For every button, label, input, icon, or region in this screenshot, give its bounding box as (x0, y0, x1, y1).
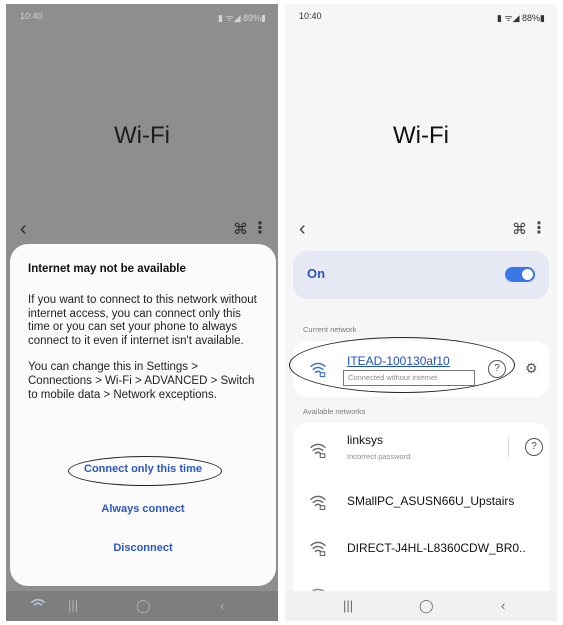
system-nav-bar: ||| ◯ ‹ (6, 591, 278, 621)
disconnect-button[interactable]: Disconnect (10, 542, 276, 554)
help-icon[interactable]: ? (525, 438, 543, 456)
nav-back-button[interactable]: ‹ (501, 598, 505, 613)
wifi-on-label: On (307, 266, 326, 281)
dialog-title: Internet may not be available (28, 263, 186, 275)
dialog-paragraph-2: You can change this in Settings > Connec… (28, 361, 255, 401)
dialog-body: If you want to connect to this network w… (28, 294, 264, 415)
recent-apps-button[interactable]: ||| (68, 598, 78, 613)
page-title: Wi-Fi (393, 122, 449, 149)
network-name: SMallPC_ASUSN66U_Upstairs (347, 494, 515, 508)
network-name: linksys (347, 433, 384, 447)
network-name: DIRECT-J4HL-L8360CDW_BR0.. (347, 541, 526, 555)
status-bar: 10:40 ▮ ᯤ◢ 89%▮ (6, 4, 278, 26)
qr-scan-icon[interactable]: ⌘ (233, 220, 248, 238)
internet-warning-dialog: Internet may not be available If you wan… (10, 244, 276, 586)
toolbar: ‹ ⌘ ⋮ (6, 218, 278, 242)
wifi-toggle[interactable] (505, 267, 535, 282)
more-options-icon[interactable]: ⋮ (531, 218, 547, 238)
always-connect-button[interactable]: Always connect (10, 503, 276, 515)
status-time: 10:40 (299, 11, 322, 21)
right-phone-screen: 10:40 ▮ ᯤ◢ 88%▮ Wi-Fi ‹ ⌘ ⋮ On Current n… (285, 4, 557, 621)
toolbar: ‹ ⌘ ⋮ (285, 218, 557, 242)
wifi-lock-icon (309, 493, 327, 511)
back-icon[interactable]: ‹ (20, 218, 27, 241)
dialog-paragraph-1: If you want to connect to this network w… (28, 294, 257, 347)
current-network-label: Current network (303, 325, 357, 334)
status-bar: 10:40 ▮ ᯤ◢ 88%▮ (285, 4, 557, 26)
gear-icon[interactable]: ⚙ (525, 360, 538, 377)
highlight-oval (289, 337, 515, 393)
wifi-lock-icon (309, 539, 327, 557)
divider (508, 437, 509, 457)
home-button[interactable]: ◯ (136, 598, 151, 614)
status-time: 10:40 (20, 11, 43, 21)
qr-scan-icon[interactable]: ⌘ (512, 220, 527, 238)
page-title: Wi-Fi (114, 122, 170, 149)
nav-back-button[interactable]: ‹ (220, 598, 224, 613)
wifi-icon (30, 598, 46, 613)
wifi-lock-icon (309, 441, 327, 459)
system-nav-bar: ||| ◯ ‹ (285, 591, 557, 621)
wifi-master-switch[interactable]: On (293, 251, 549, 299)
available-networks-label: Available networks (303, 407, 366, 416)
connect-once-button[interactable]: Connect only this time (10, 463, 276, 475)
recent-apps-button[interactable]: ||| (343, 598, 353, 613)
status-icons: ▮ ᯤ◢ 89%▮ (217, 13, 266, 23)
status-icons: ▮ ᯤ◢ 88%▮ (496, 13, 545, 23)
more-options-icon[interactable]: ⋮ (252, 218, 268, 238)
home-button[interactable]: ◯ (419, 598, 434, 614)
network-status: Incorrect password (347, 452, 411, 461)
back-icon[interactable]: ‹ (299, 218, 306, 241)
toggle-knob (522, 269, 533, 280)
